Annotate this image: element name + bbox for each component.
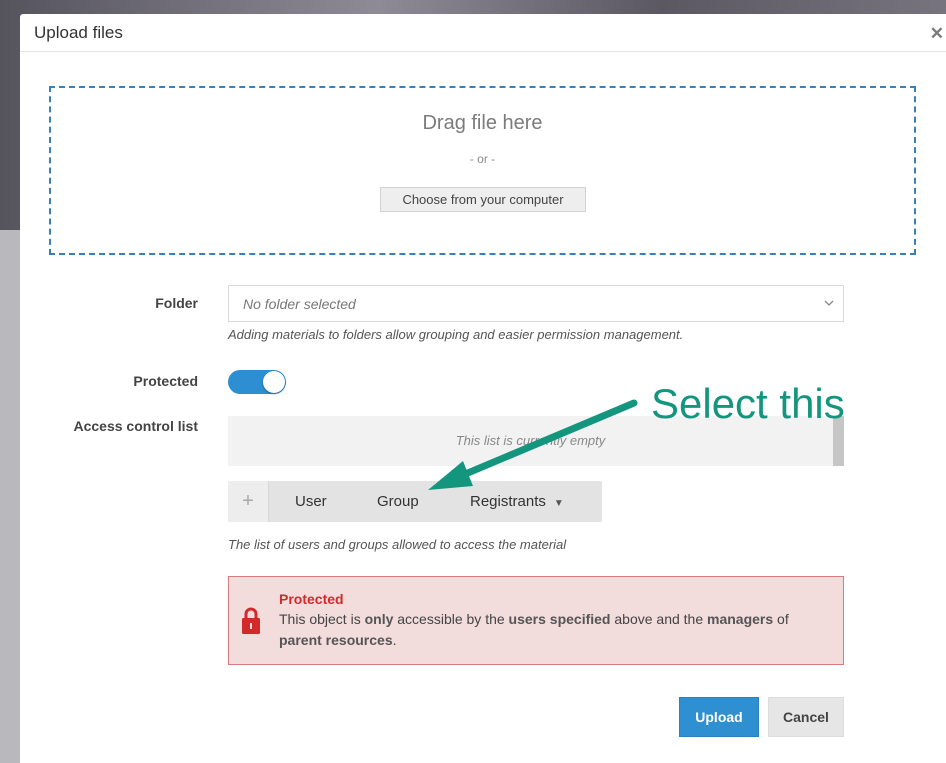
acl-empty-text: This list is currently empty bbox=[455, 433, 606, 448]
close-icon[interactable]: ✕ bbox=[930, 24, 944, 44]
acl-label: Access control list bbox=[73, 418, 199, 434]
modal-header: Upload files ✕ bbox=[20, 14, 946, 52]
upload-button[interactable]: Upload bbox=[679, 697, 759, 737]
caret-down-icon: ▼ bbox=[553, 498, 564, 509]
folder-select[interactable]: No folder selected bbox=[228, 285, 844, 322]
add-group-button[interactable]: Group bbox=[377, 481, 419, 522]
alert-title: Protected bbox=[279, 591, 344, 607]
acl-help-text: The list of users and groups allowed to … bbox=[228, 537, 567, 552]
annotation-text: Select this bbox=[651, 380, 845, 427]
protected-label: Protected bbox=[133, 373, 198, 389]
file-dropzone[interactable]: Drag file here - or - Choose from your c… bbox=[49, 86, 916, 255]
dropzone-title: Drag file here bbox=[422, 112, 543, 134]
alert-body: This object is only accessible by the us… bbox=[279, 611, 789, 648]
modal-title: Upload files bbox=[34, 23, 123, 42]
cancel-button[interactable]: Cancel bbox=[768, 697, 844, 737]
registrants-label: Registrants bbox=[470, 493, 546, 510]
folder-select-value: No folder selected bbox=[243, 296, 356, 312]
choose-file-button[interactable]: Choose from your computer bbox=[380, 187, 586, 212]
dropzone-or-text: - or - bbox=[469, 152, 496, 166]
folder-label: Folder bbox=[155, 295, 198, 311]
lock-icon bbox=[242, 607, 260, 634]
toggle-knob bbox=[263, 371, 285, 393]
plus-icon[interactable]: + bbox=[228, 481, 269, 522]
background-content-strip bbox=[0, 230, 22, 763]
registrants-dropdown[interactable]: Registrants ▼ bbox=[470, 481, 564, 522]
protected-alert: Protected This object is only accessible… bbox=[228, 576, 844, 665]
folder-help-text: Adding materials to folders allow groupi… bbox=[228, 327, 684, 342]
acl-principal-toolbar: + User Group Registrants ▼ bbox=[228, 481, 602, 522]
protected-toggle[interactable] bbox=[228, 370, 286, 394]
add-user-button[interactable]: User bbox=[295, 481, 327, 522]
chevron-down-icon bbox=[824, 300, 834, 306]
